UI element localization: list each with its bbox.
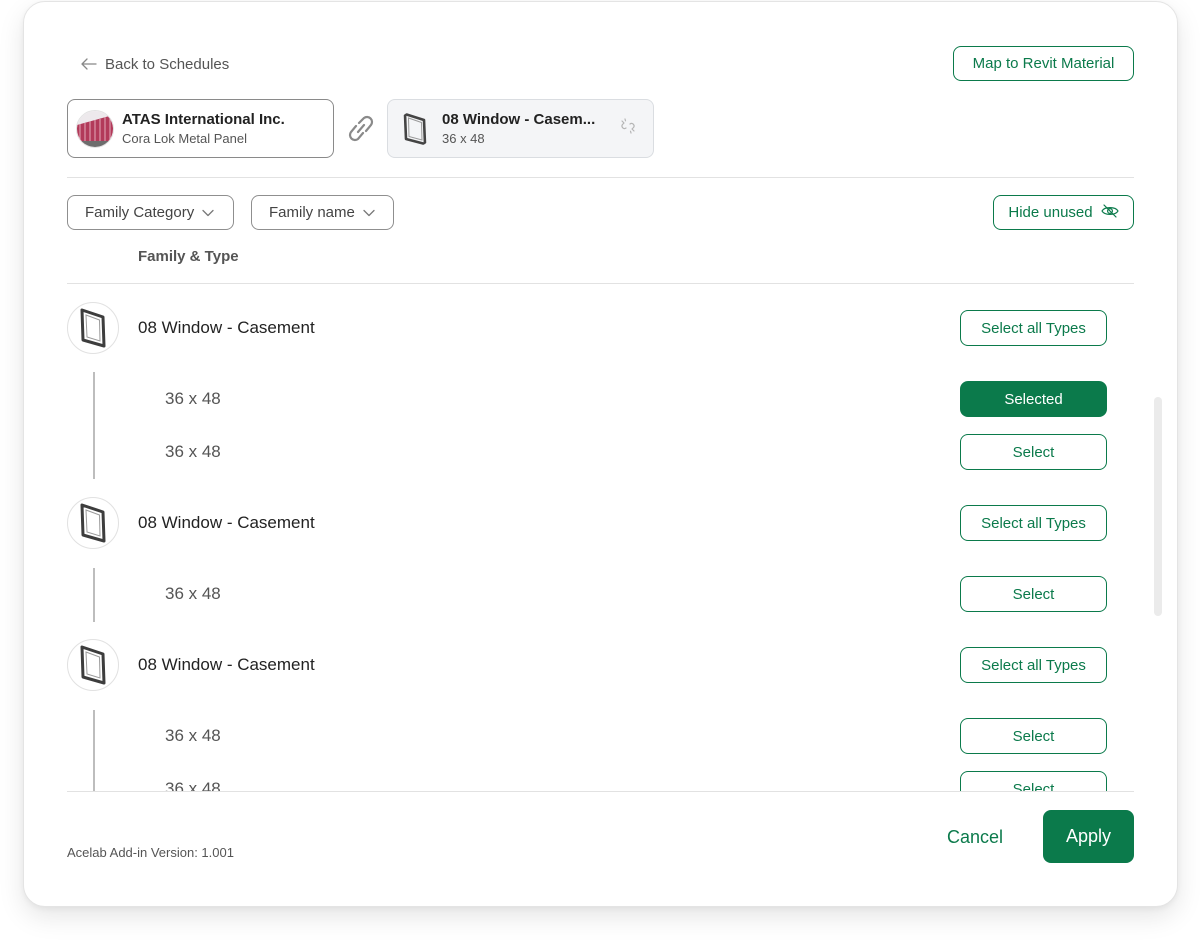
product-card[interactable]: ATAS International Inc. Cora Lok Metal P… bbox=[67, 99, 334, 158]
select-all-types-button[interactable]: Select all Types bbox=[960, 505, 1107, 541]
family-name-dropdown[interactable]: Family name bbox=[251, 195, 394, 230]
family-category-dropdown[interactable]: Family Category bbox=[67, 195, 234, 230]
type-name: 36 x 48 bbox=[165, 779, 221, 791]
select-button[interactable]: Select bbox=[960, 771, 1107, 791]
select-button[interactable]: Select bbox=[960, 434, 1107, 470]
mapping-panel: Back to Schedules Map to Revit Material … bbox=[23, 1, 1178, 907]
window-casement-icon bbox=[67, 302, 119, 354]
version-label: Acelab Add-in Version: 1.001 bbox=[67, 845, 234, 860]
back-link[interactable]: Back to Schedules bbox=[81, 53, 229, 75]
header-divider bbox=[67, 177, 1134, 178]
select-all-types-button[interactable]: Select all Types bbox=[960, 310, 1107, 346]
family-type-list: 08 Window - Casement Select all Types 36… bbox=[24, 284, 1177, 791]
selected-button[interactable]: Selected bbox=[960, 381, 1107, 417]
tree-line bbox=[93, 710, 95, 791]
family-type-column-header: Family & Type bbox=[138, 248, 239, 265]
type-name: 36 x 48 bbox=[165, 726, 221, 745]
hide-unused-button[interactable]: Hide unused bbox=[993, 195, 1134, 230]
cancel-button[interactable]: Cancel bbox=[930, 823, 1020, 851]
arrow-left-icon bbox=[81, 58, 97, 70]
product-name: Cora Lok Metal Panel bbox=[122, 131, 248, 146]
family-name: 08 Window - Casement bbox=[138, 655, 315, 674]
type-name: 36 x 48 bbox=[165, 389, 221, 408]
type-name: 36 x 48 bbox=[165, 584, 221, 603]
window-casement-icon bbox=[67, 639, 119, 691]
family-name-label: Family name bbox=[269, 204, 355, 221]
hide-unused-label: Hide unused bbox=[1008, 204, 1093, 221]
chevron-down-icon bbox=[202, 204, 214, 221]
back-label: Back to Schedules bbox=[105, 55, 230, 73]
type-name: 36 x 48 bbox=[165, 442, 221, 461]
select-button[interactable]: Select bbox=[960, 576, 1107, 612]
select-all-types-button[interactable]: Select all Types bbox=[960, 647, 1107, 683]
broken-link-icon[interactable] bbox=[620, 118, 636, 139]
map-to-revit-material-button[interactable]: Map to Revit Material bbox=[953, 46, 1134, 81]
tree-line bbox=[93, 372, 95, 479]
footer-divider bbox=[67, 791, 1134, 792]
window-casement-icon bbox=[67, 497, 119, 549]
product-manufacturer: ATAS International Inc. bbox=[122, 111, 285, 128]
window-casement-icon bbox=[396, 109, 434, 148]
family-name: 08 Window - Casement bbox=[138, 318, 315, 337]
family-category-label: Family Category bbox=[85, 204, 195, 221]
family-card[interactable]: 08 Window - Casem... 36 x 48 bbox=[387, 99, 654, 158]
list-scrollbar[interactable] bbox=[1154, 397, 1162, 616]
family-card-type: 36 x 48 bbox=[442, 131, 485, 146]
family-name: 08 Window - Casement bbox=[138, 513, 315, 532]
tree-line bbox=[93, 568, 95, 622]
eye-off-icon bbox=[1100, 203, 1119, 222]
select-button[interactable]: Select bbox=[960, 718, 1107, 754]
family-card-title: 08 Window - Casem... bbox=[442, 111, 596, 128]
chevron-down-icon bbox=[363, 204, 375, 221]
apply-button[interactable]: Apply bbox=[1043, 810, 1134, 863]
link-icon bbox=[344, 113, 378, 148]
product-thumbnail bbox=[76, 109, 114, 148]
